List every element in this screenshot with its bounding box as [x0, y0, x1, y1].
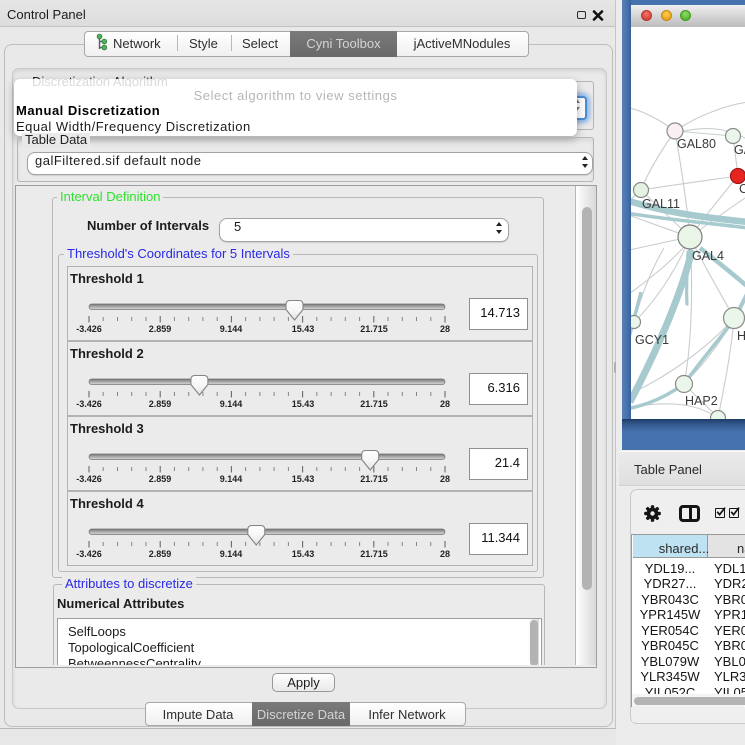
svg-text:HAP2: HAP2 — [685, 394, 718, 408]
svg-text:GCY1: GCY1 — [635, 333, 669, 347]
svg-text:HA: HA — [737, 329, 745, 343]
svg-text:GAL11: GAL11 — [642, 197, 680, 211]
svg-text:GAL4: GAL4 — [692, 249, 724, 263]
svg-text:GA: GA — [734, 143, 745, 157]
svg-text:CB: CB — [739, 182, 745, 196]
svg-text:GAL80: GAL80 — [677, 137, 716, 151]
